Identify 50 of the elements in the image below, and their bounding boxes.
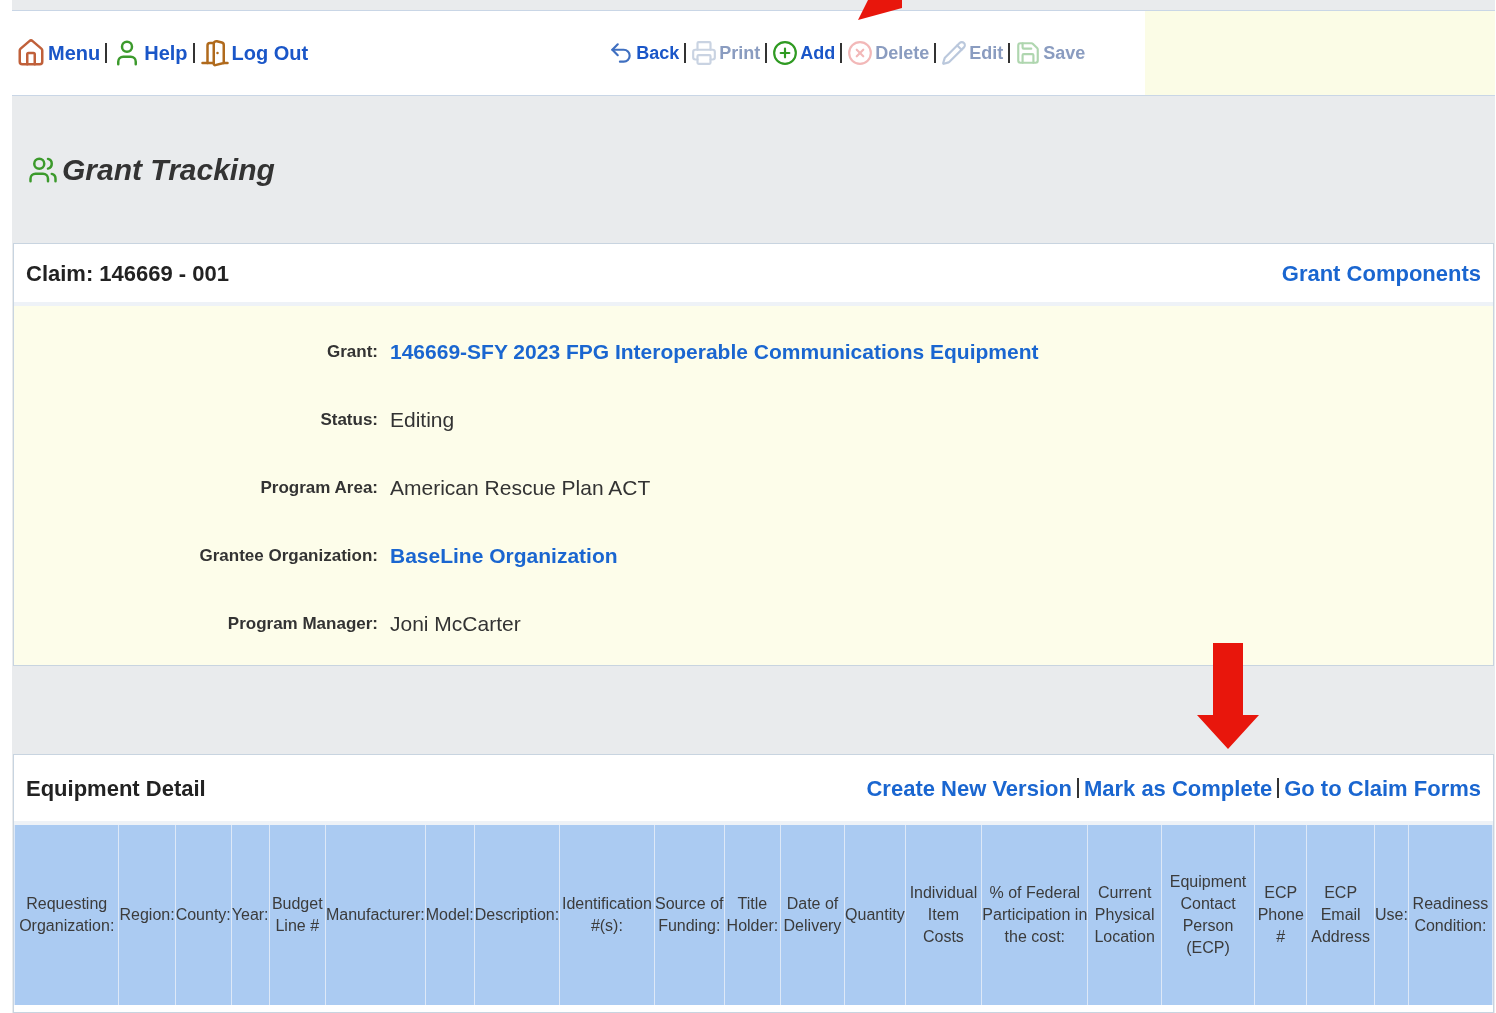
panel-link[interactable]: Go to Claim Forms: [1284, 771, 1481, 805]
field-label: Status:: [319, 409, 378, 432]
field-label: Program Area:: [259, 477, 378, 500]
panel-link[interactable]: Mark as Complete: [1083, 771, 1273, 805]
pencil-icon: [941, 40, 968, 66]
plus-icon: [772, 40, 799, 66]
column-header: Requesting Organization:: [14, 825, 119, 1005]
column-header: Model:: [425, 825, 475, 1005]
nav-link[interactable]: Help: [112, 38, 188, 68]
column-header: Description:: [474, 825, 560, 1005]
column-header: Individual Item Costs: [905, 825, 982, 1005]
field-value: Joni McCarter: [390, 611, 521, 638]
field-value: Editing: [390, 407, 455, 434]
column-header: Readiness Condition:: [1408, 825, 1493, 1005]
panel-title: Equipment Detail: [26, 774, 206, 803]
annotation-arrow: [858, 0, 902, 20]
nav-link[interactable]: Menu: [16, 38, 101, 68]
field-link[interactable]: BaseLine Organization: [390, 540, 618, 572]
panel-link[interactable]: Grant Components: [1281, 256, 1481, 290]
column-header: Source of Funding:: [654, 825, 725, 1005]
panel-link[interactable]: Create New Version: [866, 771, 1072, 805]
column-header: Current Physical Location: [1087, 825, 1162, 1005]
toolbar-button[interactable]: Add: [772, 39, 836, 67]
column-header: Year:: [231, 825, 270, 1005]
column-header: Title Holder:: [724, 825, 781, 1005]
column-header: Equipment Contact Person (ECP): [1161, 825, 1255, 1005]
column-header: Quantity: [844, 825, 906, 1005]
column-header: Identification #(s):: [559, 825, 655, 1005]
column-header: Date of Delivery: [780, 825, 845, 1005]
toolbar-button[interactable]: Back: [608, 39, 680, 67]
door-icon: [199, 38, 230, 68]
column-header: % of Federal Participation in the cost:: [981, 825, 1088, 1005]
column-header: ECP Email Address: [1306, 825, 1375, 1005]
field-label: Grantee Organization:: [198, 545, 378, 568]
delete-icon: [847, 40, 874, 66]
column-header: Region:: [119, 825, 176, 1005]
field-label: Program Manager:: [226, 613, 378, 636]
house-icon: [16, 38, 46, 68]
field-link[interactable]: 146669-SFY 2023 FPG Interoperable Communications Equipment: [390, 336, 1039, 368]
field-label: Grant:: [326, 341, 378, 364]
column-header: County:: [175, 825, 232, 1005]
nav-link[interactable]: Log Out: [199, 38, 309, 68]
panel-title: Claim: 146669 - 001: [26, 259, 230, 288]
page-title: Grant Tracking: [62, 152, 275, 188]
column-header: ECP Phone #: [1254, 825, 1307, 1005]
field-value: American Rescue Plan ACT: [390, 475, 651, 502]
column-header: Budget Line #: [269, 825, 326, 1005]
column-header: Manufacturer:: [325, 825, 426, 1005]
column-header: Use:: [1374, 825, 1409, 1005]
printer-icon: [691, 40, 718, 66]
